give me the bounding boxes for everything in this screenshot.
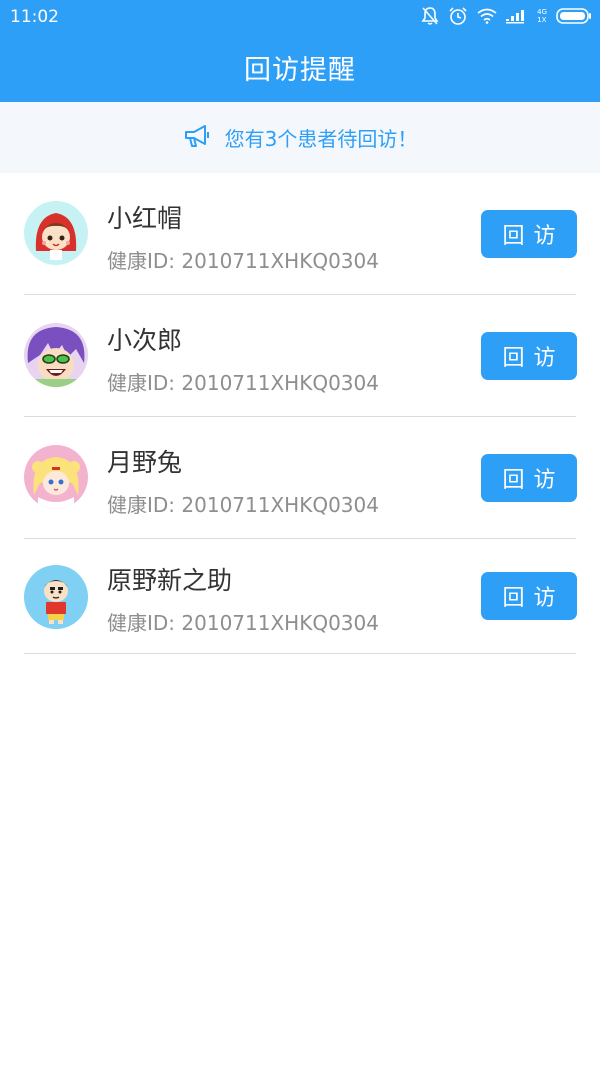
network-type-icon: 4G 1X: [537, 8, 547, 24]
shinnosuke-avatar: [24, 565, 88, 629]
wifi-icon: [477, 8, 497, 24]
kojiro-avatar: [24, 323, 88, 387]
status-time: 11:02: [10, 7, 59, 27]
signal-icon: [506, 8, 528, 24]
patient-list: 小红帽 健康ID: 2010711XHKQ0304 回访 小次郎 健康ID: 2…: [0, 173, 600, 654]
list-item: 小红帽 健康ID: 2010711XHKQ0304 回访: [0, 173, 600, 295]
list-item: 原野新之助 健康ID: 2010711XHKQ0304 回访: [0, 539, 600, 654]
notice-text: 您有3个患者待回访！: [224, 127, 418, 151]
patient-health-id: 健康ID: 2010711XHKQ0304: [107, 611, 379, 635]
battery-icon: [556, 8, 592, 24]
notice-banner: 您有3个患者待回访！: [0, 102, 600, 173]
page-title: 回访提醒: [244, 54, 356, 86]
alarm-clock-icon: [448, 6, 468, 26]
status-bar: 11:02 4G 1X: [0, 0, 600, 32]
app-header: 回访提醒: [0, 32, 600, 102]
follow-up-button[interactable]: 回访: [481, 572, 577, 620]
patient-health-id: 健康ID: 2010711XHKQ0304: [107, 493, 379, 517]
patient-health-id: 健康ID: 2010711XHKQ0304: [107, 249, 379, 273]
megaphone-icon: [183, 123, 213, 153]
avatar: [24, 201, 88, 265]
avatar: [24, 565, 88, 629]
red-riding-hood-avatar: [24, 201, 88, 265]
avatar: [24, 323, 88, 387]
patient-name: 小红帽: [107, 204, 183, 233]
follow-up-button[interactable]: 回访: [481, 454, 577, 502]
patient-name: 月野兔: [107, 448, 183, 477]
usagi-avatar: [24, 445, 88, 509]
avatar: [24, 445, 88, 509]
patient-health-id: 健康ID: 2010711XHKQ0304: [107, 371, 379, 395]
list-item: 小次郎 健康ID: 2010711XHKQ0304 回访: [0, 295, 600, 417]
patient-name: 原野新之助: [107, 566, 233, 595]
status-icons: 4G 1X: [421, 6, 592, 26]
follow-up-button[interactable]: 回访: [481, 332, 577, 380]
divider: [24, 653, 576, 654]
follow-up-button[interactable]: 回访: [481, 210, 577, 258]
patient-name: 小次郎: [107, 326, 183, 355]
list-item: 月野兔 健康ID: 2010711XHKQ0304 回访: [0, 417, 600, 539]
bell-off-icon: [421, 6, 439, 26]
